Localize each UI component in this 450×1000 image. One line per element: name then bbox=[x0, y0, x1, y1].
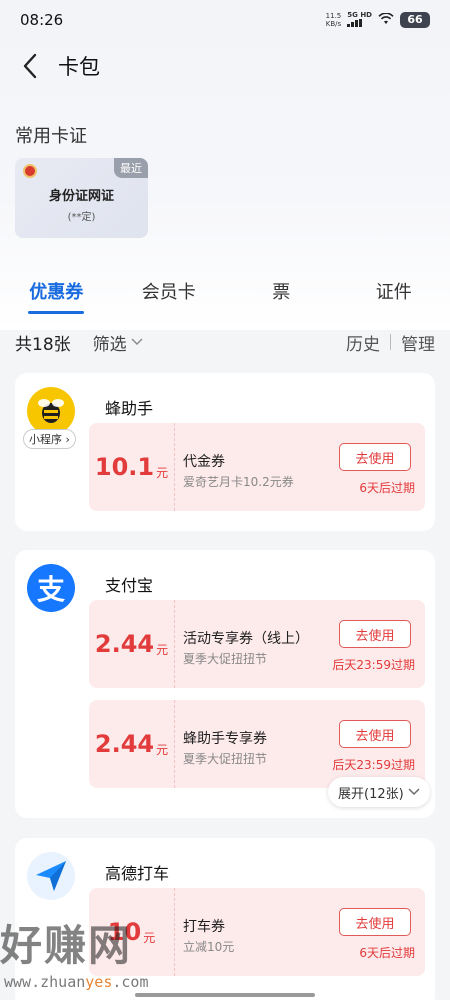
filter-row: 共18张 筛选 历史 管理 bbox=[0, 326, 450, 358]
status-bar: 08:26 11.5 KB/s 5G HD 66 bbox=[0, 0, 450, 40]
bee-logo-icon bbox=[27, 387, 75, 435]
coupon-name: 打车券 bbox=[183, 919, 225, 935]
chevron-down-icon bbox=[408, 788, 420, 795]
total-count: 共18张 bbox=[15, 334, 71, 355]
national-emblem-icon bbox=[23, 164, 37, 178]
history-manage: 历史 管理 bbox=[346, 330, 435, 355]
use-button[interactable]: 去使用 bbox=[339, 443, 411, 471]
back-button[interactable] bbox=[2, 44, 58, 88]
chevron-down-icon bbox=[131, 338, 143, 345]
alipay-logo-icon: 支 bbox=[27, 564, 75, 612]
home-indicator[interactable] bbox=[135, 993, 315, 997]
use-button[interactable]: 去使用 bbox=[339, 720, 411, 748]
mini-program-tag: 小程序 › bbox=[23, 429, 76, 449]
divider bbox=[390, 334, 391, 350]
merchant-card: 小程序 › 蜂助手 10.1 元 代金券 爱奇艺月卡10.2元券 去使用 6天后过… bbox=[15, 373, 435, 531]
merchant-name: 高德打车 bbox=[105, 864, 170, 883]
coupon-desc: 夏季大促扭扭节 bbox=[183, 652, 268, 666]
coupon-desc: 爱奇艺月卡10.2元券 bbox=[183, 475, 294, 489]
expire-text: 6天后过期 bbox=[359, 481, 415, 495]
tab-tickets[interactable]: 票 bbox=[225, 272, 338, 316]
recent-badge: 最近 bbox=[114, 158, 148, 178]
coupon-desc: 立减10元 bbox=[183, 940, 235, 954]
merchant-name: 蜂助手 bbox=[105, 399, 154, 418]
merchant-card: 支 支付宝 2.44 元 活动专享券（线上） 夏季大促扭扭节 去使用 后天23:5… bbox=[15, 550, 435, 818]
chevron-left-icon bbox=[23, 53, 37, 79]
coupon-amount: 2.44 元 bbox=[89, 700, 175, 788]
coupon-amount: 10 元 bbox=[89, 888, 175, 976]
signal-icon: 5G HD bbox=[347, 11, 372, 29]
coupon-desc: 夏季大促扭扭节 bbox=[183, 752, 268, 766]
common-cards-title: 常用卡证 bbox=[15, 126, 87, 147]
merchant-card: 高德打车 10 元 打车券 立减10元 去使用 6天后过期 bbox=[15, 838, 435, 1000]
page-header: 卡包 bbox=[0, 44, 450, 88]
coupon-item[interactable]: 10 元 打车券 立减10元 去使用 6天后过期 bbox=[89, 888, 425, 976]
merchant-name: 支付宝 bbox=[105, 576, 154, 595]
coupon-item[interactable]: 2.44 元 蜂助手专享券 夏季大促扭扭节 去使用 后天23:59过期 bbox=[89, 700, 425, 788]
coupon-amount: 2.44 元 bbox=[89, 600, 175, 688]
filter-button[interactable]: 筛选 bbox=[93, 330, 143, 355]
use-button[interactable]: 去使用 bbox=[339, 620, 411, 648]
battery-icon: 66 bbox=[400, 12, 430, 28]
expire-text: 后天23:59过期 bbox=[332, 758, 415, 772]
network-speed: 11.5 KB/s bbox=[325, 12, 342, 28]
wifi-icon bbox=[378, 11, 394, 29]
tab-membership[interactable]: 会员卡 bbox=[113, 272, 226, 316]
coupon-name: 蜂助手专享券 bbox=[183, 731, 267, 747]
expire-text: 后天23:59过期 bbox=[332, 658, 415, 672]
coupon-name: 活动专享券（线上） bbox=[183, 631, 309, 647]
history-link[interactable]: 历史 bbox=[346, 330, 380, 355]
id-card-name: 身份证网证 bbox=[48, 189, 114, 204]
tab-bar: 优惠券 会员卡 票 证件 bbox=[0, 272, 450, 316]
status-time: 08:26 bbox=[20, 11, 64, 29]
coupon-amount: 10.1 元 bbox=[89, 423, 175, 511]
tab-certificates[interactable]: 证件 bbox=[338, 272, 450, 316]
page-title: 卡包 bbox=[58, 55, 100, 79]
expire-text: 6天后过期 bbox=[359, 946, 415, 960]
id-card[interactable]: 最近 身份证网证 (**定) bbox=[15, 158, 148, 238]
coupon-name: 代金券 bbox=[183, 454, 225, 470]
use-button[interactable]: 去使用 bbox=[339, 908, 411, 936]
manage-link[interactable]: 管理 bbox=[401, 330, 435, 355]
coupon-item[interactable]: 2.44 元 活动专享券（线上） 夏季大促扭扭节 去使用 后天23:59过期 bbox=[89, 600, 425, 688]
coupon-item[interactable]: 10.1 元 代金券 爱奇艺月卡10.2元券 去使用 6天后过期 bbox=[89, 423, 425, 511]
tab-coupons[interactable]: 优惠券 bbox=[0, 272, 113, 316]
status-icons: 11.5 KB/s 5G HD 66 bbox=[326, 11, 430, 29]
id-card-subtitle: (**定) bbox=[67, 212, 96, 223]
amap-logo-icon bbox=[27, 852, 75, 900]
expand-button[interactable]: 展开(12张) bbox=[328, 777, 430, 807]
